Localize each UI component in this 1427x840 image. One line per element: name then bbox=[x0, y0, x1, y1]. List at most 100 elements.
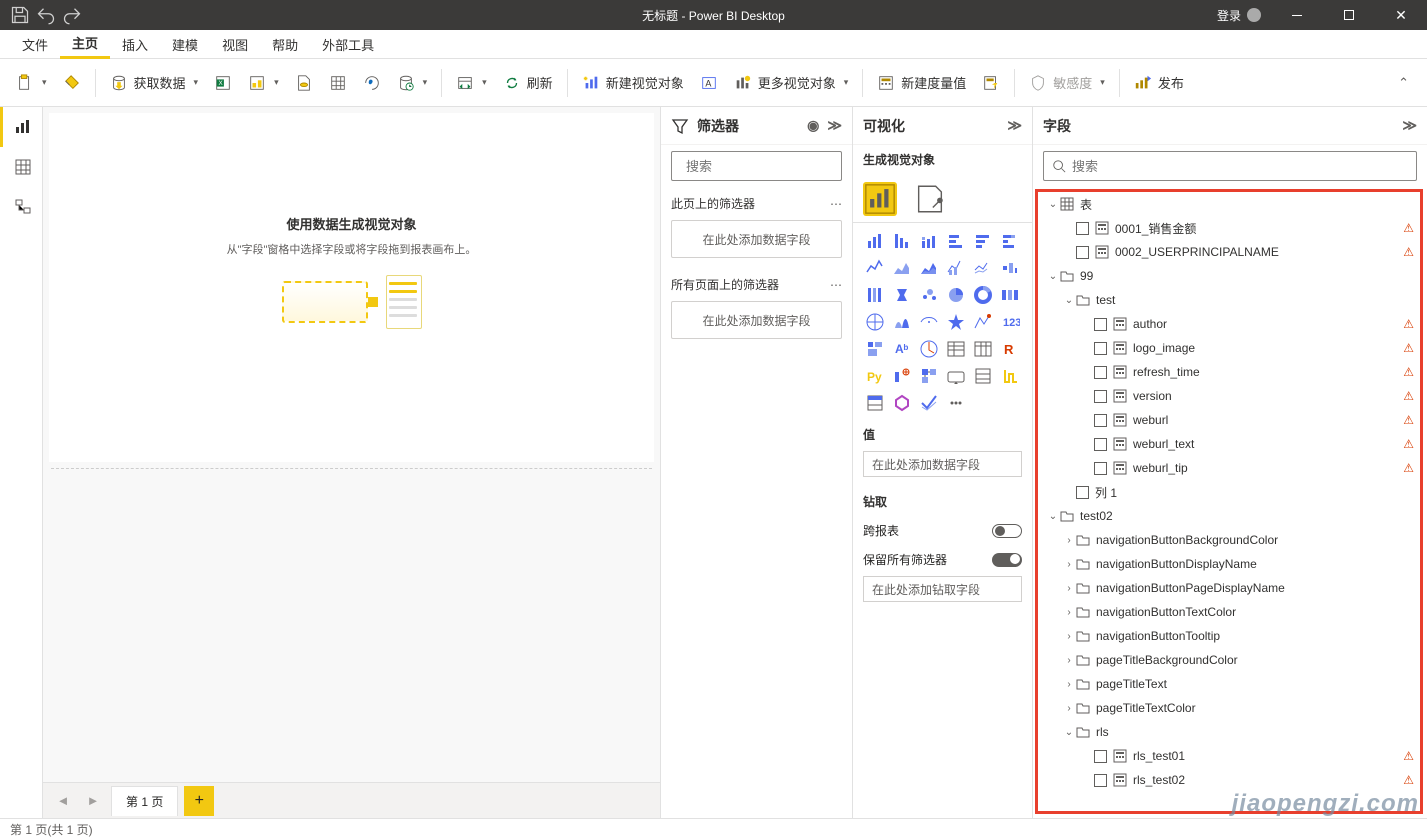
tree-node[interactable]: ⌄test02 bbox=[1038, 504, 1420, 528]
field-checkbox[interactable] bbox=[1094, 342, 1107, 355]
field-checkbox[interactable] bbox=[1094, 774, 1107, 787]
viz-type-29[interactable]: R bbox=[996, 335, 1023, 362]
dataverse-button[interactable] bbox=[357, 65, 387, 101]
viz-type-37[interactable] bbox=[888, 389, 915, 416]
more-icon[interactable]: ⋯ bbox=[830, 278, 842, 292]
tree-node[interactable]: ⌄rls bbox=[1038, 720, 1420, 744]
tree-node[interactable]: ⌄test bbox=[1038, 288, 1420, 312]
tree-field[interactable]: 0001_销售金额⚠ bbox=[1038, 216, 1420, 240]
fields-search-input[interactable] bbox=[1072, 159, 1408, 174]
tree-field[interactable]: weburl_tip⚠ bbox=[1038, 456, 1420, 480]
quick-measure-button[interactable] bbox=[976, 65, 1006, 101]
add-page-button[interactable]: + bbox=[184, 786, 214, 816]
field-checkbox[interactable] bbox=[1094, 462, 1107, 475]
viz-type-14[interactable] bbox=[915, 281, 942, 308]
filters-search[interactable] bbox=[671, 151, 842, 181]
get-data-button[interactable]: 获取数据▾ bbox=[104, 65, 205, 101]
format-painter-button[interactable] bbox=[57, 65, 87, 101]
viz-type-4[interactable] bbox=[969, 227, 996, 254]
viz-type-39[interactable] bbox=[942, 389, 969, 416]
format-visual-button[interactable] bbox=[913, 182, 947, 216]
viz-type-24[interactable] bbox=[861, 335, 888, 362]
refresh-button[interactable]: 刷新 bbox=[497, 65, 559, 101]
cross-report-toggle[interactable] bbox=[992, 524, 1022, 538]
build-visual-button[interactable] bbox=[863, 182, 897, 216]
tree-field[interactable]: author⚠ bbox=[1038, 312, 1420, 336]
expand-icon[interactable]: › bbox=[1062, 583, 1076, 594]
more-visuals-button[interactable]: 更多视觉对象▾ bbox=[728, 65, 855, 101]
collapse-ribbon-button[interactable]: ⌃ bbox=[1390, 75, 1417, 91]
viz-type-3[interactable] bbox=[942, 227, 969, 254]
tree-field[interactable]: logo_image⚠ bbox=[1038, 336, 1420, 360]
sql-button[interactable] bbox=[289, 65, 319, 101]
expand-icon[interactable]: ⌄ bbox=[1062, 727, 1076, 738]
expand-icon[interactable]: ⌄ bbox=[1046, 271, 1060, 282]
viz-type-35[interactable] bbox=[996, 362, 1023, 389]
recent-sources-button[interactable]: ▾ bbox=[391, 65, 434, 101]
viz-type-38[interactable] bbox=[915, 389, 942, 416]
viz-type-2[interactable] bbox=[915, 227, 942, 254]
tree-node[interactable]: ›pageTitleBackgroundColor bbox=[1038, 648, 1420, 672]
tree-field[interactable]: 列 1 bbox=[1038, 480, 1420, 504]
viz-type-22[interactable] bbox=[969, 308, 996, 335]
menu-help[interactable]: 帮助 bbox=[260, 30, 310, 59]
expand-icon[interactable]: ⌄ bbox=[1046, 511, 1060, 522]
viz-type-12[interactable] bbox=[861, 281, 888, 308]
filters-page-dropzone[interactable]: 在此处添加数据字段 bbox=[671, 220, 842, 258]
field-checkbox[interactable] bbox=[1094, 318, 1107, 331]
tree-field[interactable]: rls_test01⚠ bbox=[1038, 744, 1420, 768]
viz-type-1[interactable] bbox=[888, 227, 915, 254]
minimize-button[interactable] bbox=[1275, 0, 1319, 30]
collapse-fields-icon[interactable]: ≫ bbox=[1402, 117, 1417, 134]
tree-node[interactable]: ›navigationButtonPageDisplayName bbox=[1038, 576, 1420, 600]
viz-type-31[interactable] bbox=[888, 362, 915, 389]
new-visual-button[interactable]: 新建视觉对象 bbox=[576, 65, 690, 101]
expand-icon[interactable]: › bbox=[1062, 703, 1076, 714]
viz-type-36[interactable] bbox=[861, 389, 888, 416]
data-hub-button[interactable]: ▾ bbox=[242, 65, 285, 101]
viz-type-10[interactable] bbox=[969, 254, 996, 281]
tree-node[interactable]: ›navigationButtonDisplayName bbox=[1038, 552, 1420, 576]
field-checkbox[interactable] bbox=[1094, 438, 1107, 451]
tree-field[interactable]: 0002_USERPRINCIPALNAME⚠ bbox=[1038, 240, 1420, 264]
expand-icon[interactable]: › bbox=[1062, 655, 1076, 666]
viz-type-7[interactable] bbox=[888, 254, 915, 281]
viz-type-17[interactable] bbox=[996, 281, 1023, 308]
field-checkbox[interactable] bbox=[1094, 366, 1107, 379]
viz-type-0[interactable] bbox=[861, 227, 888, 254]
viz-type-19[interactable] bbox=[888, 308, 915, 335]
viz-type-23[interactable]: 123 bbox=[996, 308, 1023, 335]
field-checkbox[interactable] bbox=[1076, 246, 1089, 259]
undo-icon[interactable] bbox=[36, 5, 56, 25]
menu-home[interactable]: 主页 bbox=[60, 30, 110, 59]
field-checkbox[interactable] bbox=[1094, 750, 1107, 763]
viz-type-30[interactable]: Py bbox=[861, 362, 888, 389]
login-button[interactable]: 登录 bbox=[1211, 7, 1267, 24]
viz-type-15[interactable] bbox=[942, 281, 969, 308]
viz-type-11[interactable] bbox=[996, 254, 1023, 281]
menu-modeling[interactable]: 建模 bbox=[160, 30, 210, 59]
new-measure-button[interactable]: 新建度量值 bbox=[871, 65, 972, 101]
report-canvas[interactable]: 使用数据生成视觉对象 从"字段"窗格中选择字段或将字段拖到报表画布上。 ◄ bbox=[43, 107, 660, 818]
data-view-button[interactable] bbox=[0, 147, 42, 187]
viz-type-18[interactable] bbox=[861, 308, 888, 335]
tree-field[interactable]: version⚠ bbox=[1038, 384, 1420, 408]
save-icon[interactable] bbox=[10, 5, 30, 25]
tree-node[interactable]: ›navigationButtonTextColor bbox=[1038, 600, 1420, 624]
text-box-button[interactable]: A bbox=[694, 65, 724, 101]
expand-icon[interactable]: › bbox=[1062, 535, 1076, 546]
keep-filters-toggle[interactable] bbox=[992, 553, 1022, 567]
model-view-button[interactable] bbox=[0, 187, 42, 227]
viz-type-34[interactable] bbox=[969, 362, 996, 389]
viz-type-28[interactable] bbox=[969, 335, 996, 362]
paste-button[interactable]: ▾ bbox=[10, 65, 53, 101]
field-checkbox[interactable] bbox=[1076, 222, 1089, 235]
transform-data-button[interactable]: ▾ bbox=[450, 65, 493, 101]
tree-node[interactable]: ⌄表 bbox=[1038, 192, 1420, 216]
viz-type-13[interactable] bbox=[888, 281, 915, 308]
tree-node[interactable]: ›navigationButtonTooltip bbox=[1038, 624, 1420, 648]
filters-search-input[interactable] bbox=[686, 159, 862, 174]
viz-type-21[interactable] bbox=[942, 308, 969, 335]
close-button[interactable]: ✕ bbox=[1379, 0, 1423, 30]
next-page-button[interactable]: ► bbox=[81, 789, 105, 813]
